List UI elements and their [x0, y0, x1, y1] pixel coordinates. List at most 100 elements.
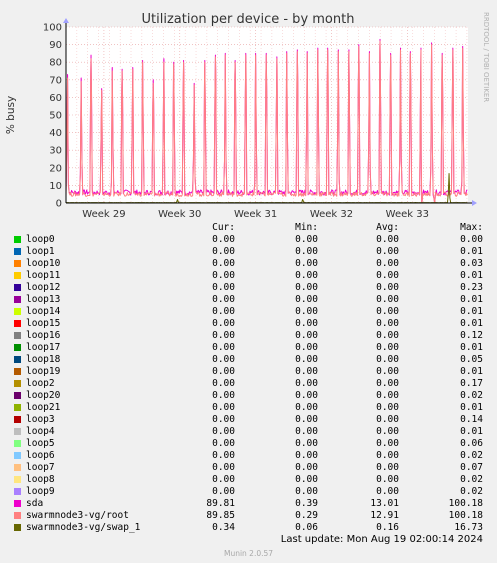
legend-value-max: 100.18: [448, 498, 483, 509]
legend-color-swatch: [14, 236, 21, 243]
legend-value-max: 0.02: [460, 390, 483, 401]
legend-series-name: loop5: [26, 438, 55, 449]
legend-value-cur: 0.00: [212, 342, 235, 353]
legend-value-max: 0.07: [460, 462, 483, 473]
legend-color-swatch: [14, 344, 21, 351]
y-axis-arrow-icon: [63, 18, 69, 23]
munin-graph: Utilization per device - by month % busy…: [0, 0, 497, 563]
legend-row: sda 89.81 0.39 13.01 100.18: [0, 498, 497, 510]
legend-value-min: 0.00: [295, 270, 318, 281]
legend-value-max: 0.00: [460, 234, 483, 245]
legend-value-cur: 0.00: [212, 414, 235, 425]
legend-row: loop12 0.00 0.00 0.00 0.23: [0, 282, 497, 294]
legend-value-min: 0.00: [295, 426, 318, 437]
legend-row: loop11 0.00 0.00 0.00 0.01: [0, 270, 497, 282]
legend-value-min: 0.00: [295, 366, 318, 377]
legend-series-name: loop1: [26, 246, 55, 257]
legend-color-swatch: [14, 380, 21, 387]
legend-value-cur: 0.00: [212, 378, 235, 389]
legend-header-cur: Cur:: [212, 222, 235, 233]
legend-header-min: Min:: [295, 222, 318, 233]
legend-color-swatch: [14, 320, 21, 327]
legend-value-min: 0.00: [295, 246, 318, 257]
munin-version: Munin 2.0.57: [223, 549, 274, 558]
legend-value-avg: 13.01: [370, 498, 399, 509]
legend-value-avg: 0.00: [376, 426, 399, 437]
legend-row: loop21 0.00 0.00 0.00 0.01: [0, 402, 497, 414]
legend-value-min: 0.00: [295, 414, 318, 425]
legend-row: loop0 0.00 0.00 0.00 0.00: [0, 234, 497, 246]
y-tick-label: 30: [49, 146, 62, 157]
legend-color-swatch: [14, 464, 21, 471]
legend-series-name: loop4: [26, 426, 55, 437]
legend-row: loop9 0.00 0.00 0.00 0.02: [0, 486, 497, 498]
legend-row: loop17 0.00 0.00 0.00 0.01: [0, 342, 497, 354]
legend-value-max: 0.12: [460, 330, 483, 341]
legend-color-swatch: [14, 368, 21, 375]
legend-value-max: 0.01: [460, 246, 483, 257]
legend-value-max: 0.23: [460, 282, 483, 293]
y-tick-label: 60: [49, 93, 62, 104]
legend-value-avg: 0.00: [376, 402, 399, 413]
x-tick-label: Week 30: [158, 209, 201, 220]
x-tick-label: Week 31: [234, 209, 277, 220]
legend-value-max: 0.01: [460, 318, 483, 329]
legend-color-swatch: [14, 500, 21, 507]
legend-series-name: loop20: [26, 390, 61, 401]
legend-value-cur: 0.34: [212, 522, 235, 533]
legend-series-name: loop8: [26, 474, 55, 485]
legend-value-avg: 0.00: [376, 390, 399, 401]
legend-row: loop1 0.00 0.00 0.00 0.01: [0, 246, 497, 258]
legend-series-name: swarmnode3-vg/swap_1: [26, 522, 141, 533]
legend-value-max: 0.02: [460, 474, 483, 485]
legend-value-cur: 89.81: [206, 498, 235, 509]
legend-value-max: 0.05: [460, 354, 483, 365]
legend-value-min: 0.00: [295, 474, 318, 485]
legend-series-name: loop16: [26, 330, 61, 341]
legend-row: loop3 0.00 0.00 0.00 0.14: [0, 414, 497, 426]
legend-header-max: Max:: [460, 222, 483, 233]
legend-row: swarmnode3-vg/swap_1 0.34 0.06 0.16 16.73: [0, 522, 497, 534]
legend-value-avg: 0.00: [376, 378, 399, 389]
legend-value-cur: 0.00: [212, 450, 235, 461]
legend-value-avg: 0.00: [376, 258, 399, 269]
legend-color-swatch: [14, 260, 21, 267]
legend-value-avg: 0.00: [376, 342, 399, 353]
legend-value-avg: 0.00: [376, 474, 399, 485]
legend-value-cur: 0.00: [212, 330, 235, 341]
legend-color-swatch: [14, 476, 21, 483]
legend-series-name: loop10: [26, 258, 61, 269]
legend-value-avg: 0.00: [376, 306, 399, 317]
legend-color-swatch: [14, 272, 21, 279]
legend-series-name: loop15: [26, 318, 61, 329]
x-tick-label: Week 32: [310, 209, 353, 220]
legend-value-cur: 0.00: [212, 306, 235, 317]
legend-value-min: 0.00: [295, 390, 318, 401]
legend-value-max: 0.01: [460, 366, 483, 377]
chart-title: Utilization per device - by month: [142, 12, 355, 27]
legend-series-name: loop17: [26, 342, 61, 353]
legend-value-cur: 0.00: [212, 318, 235, 329]
legend-value-cur: 0.00: [212, 366, 235, 377]
legend-color-swatch: [14, 524, 21, 531]
legend-color-swatch: [14, 488, 21, 495]
legend-row: loop8 0.00 0.00 0.00 0.02: [0, 474, 497, 486]
legend-value-cur: 0.00: [212, 258, 235, 269]
legend-color-swatch: [14, 452, 21, 459]
y-tick-label: 100: [43, 23, 62, 34]
legend-header-row: Cur: Min: Avg: Max:: [0, 222, 497, 234]
legend-value-min: 0.29: [295, 510, 318, 521]
legend-value-max: 0.01: [460, 270, 483, 281]
legend-value-max: 0.01: [460, 294, 483, 305]
legend-color-swatch: [14, 248, 21, 255]
y-axis-label: % busy: [5, 96, 17, 134]
legend-color-swatch: [14, 440, 21, 447]
legend-series-name: loop11: [26, 270, 61, 281]
legend-value-min: 0.00: [295, 402, 318, 413]
legend-value-cur: 0.00: [212, 390, 235, 401]
legend-row: loop6 0.00 0.00 0.00 0.02: [0, 450, 497, 462]
legend-value-min: 0.06: [295, 522, 318, 533]
legend-row: loop20 0.00 0.00 0.00 0.02: [0, 390, 497, 402]
y-tick-label: 90: [49, 40, 62, 51]
legend-value-cur: 0.00: [212, 294, 235, 305]
